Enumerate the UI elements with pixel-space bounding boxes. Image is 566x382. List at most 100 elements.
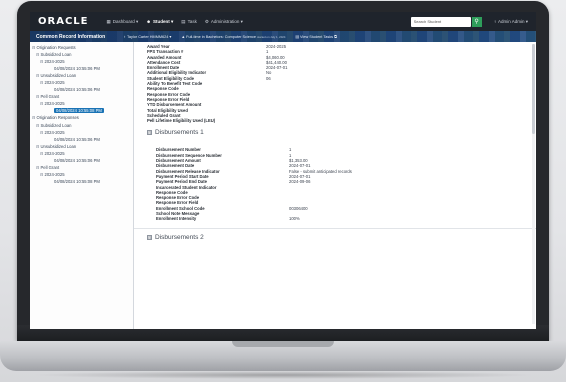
student-selector[interactable]: ♀ Taylor Carter HMMM624 ▾ [123, 34, 171, 39]
tree-item[interactable]: ⊟Pell Grant [32, 93, 133, 100]
tree-item-label: 04/08/2024 10:55:06 PM [54, 87, 100, 93]
tree-item[interactable]: 04/08/2024 10:55:08 PM [32, 107, 133, 114]
user-menu[interactable]: ♀ Admin Admin ▾ [494, 19, 528, 25]
field-value: 06 [266, 75, 271, 81]
tree-item[interactable]: 04/08/2024 10:55:06 PM [32, 65, 133, 72]
tree-item[interactable]: ⊟Unsubsidized Loan [32, 72, 133, 79]
tree-item[interactable]: ⊟Subsidized Loan [32, 51, 133, 58]
tree-item[interactable]: ⊟2024-2025 [32, 79, 133, 86]
top-navbar: ORACLE ▦ Dashboard ▾ ☻ Student ▾ ▤ Task … [30, 12, 536, 31]
tree-item[interactable]: ⊟2024-2025 [32, 100, 133, 107]
collapse-icon[interactable]: ⊟ [36, 165, 40, 170]
nav-administration[interactable]: ⚙ Administration ▾ [205, 19, 243, 25]
tree-item[interactable]: ⊟2024-2025 [32, 171, 133, 178]
scrollbar[interactable] [532, 44, 535, 324]
collapse-icon[interactable]: ⊟ [40, 151, 44, 156]
collapse-icon[interactable]: ⊟ [40, 130, 44, 135]
tree-item-label: 2024-2025 [44, 59, 65, 65]
disbursements-1-fields: Disbursement Number 1 Disbursement Sequenc… [147, 147, 536, 221]
search-icon: ⚲ [474, 19, 479, 25]
field-label: Pell Lifetime Eligibility Used (LEU) [147, 118, 216, 124]
collapse-icon[interactable]: ⊟ [40, 59, 44, 64]
tasks-icon: ▤ [295, 35, 299, 39]
tree-item[interactable]: ⊟Origination Requests [32, 44, 133, 51]
tree-item-label: 04/08/2024 10:55:06 PM [54, 157, 100, 163]
collapse-icon[interactable]: ⊟ [40, 172, 44, 177]
collapse-icon[interactable]: ⊟ [36, 144, 40, 149]
nav-student[interactable]: ☻ Student ▾ [146, 19, 173, 25]
tree-item[interactable]: ⊟Pell Grant [32, 164, 133, 171]
disbursements-1-header[interactable]: ⊟ Disbursements 1 [134, 126, 536, 138]
collapse-icon[interactable]: ⊟ [147, 129, 152, 135]
tree-item[interactable]: ⊟Origination Responses [32, 114, 133, 121]
field-row: Enrollment Intensity 100% [156, 216, 536, 221]
tree-item-label: Pell Grant [40, 94, 60, 100]
tree-item[interactable]: ⊟Subsidized Loan [32, 122, 133, 129]
tree-item-label: Origination Requests [36, 45, 76, 50]
view-student-tasks-link[interactable]: ▤ View Student Tasks ⧉ [295, 34, 336, 39]
view-tasks-label: View Student Tasks ⧉ [300, 35, 337, 39]
tree-item-label: 2024-2025 [44, 101, 65, 107]
tree-item[interactable]: ⊟2024-2025 [32, 58, 133, 65]
graduation-cap-icon: ▲ [181, 34, 186, 39]
collapse-icon[interactable]: ⊟ [36, 94, 40, 99]
tree-item[interactable]: 04/08/2024 10:55:06 PM [32, 136, 133, 143]
field-label: Enrollment Intensity [156, 216, 197, 222]
task-icon: ▤ [181, 18, 186, 24]
tree-item-label: Subsidized Loan [40, 122, 72, 128]
tree-item-label: Unsubsidized Loan [40, 73, 77, 79]
collapse-icon[interactable]: ⊟ [36, 123, 40, 128]
tree-item-label: 04/08/2024 10:55:08 PM [54, 108, 104, 114]
disbursements-1-title: Disbursements 1 [155, 128, 204, 136]
tree-item-label: 2024-2025 [44, 129, 65, 135]
tree-item-label: Pell Grant [40, 164, 60, 170]
laptop-shadow [30, 371, 536, 379]
collapse-icon[interactable]: ⊟ [36, 73, 40, 78]
disbursements-2-title: Disbursements 2 [155, 234, 204, 242]
nav-dashboard[interactable]: ▦ Dashboard ▾ [106, 19, 138, 25]
section-divider [134, 227, 536, 229]
banner-title: Common Record Information [36, 33, 106, 40]
nav-task-label: Task [187, 19, 197, 24]
collapse-icon[interactable]: ⊟ [40, 80, 44, 85]
collapse-icon[interactable]: ⊟ [147, 235, 152, 241]
field-value: 2024-2025 [266, 44, 287, 49]
tree-item[interactable]: 04/08/2024 10:55:06 PM [32, 86, 133, 93]
disbursements-2-header[interactable]: ⊟ Disbursements 2 [134, 232, 536, 244]
enrollment-text: Full-time in Bachelors: Computer Science [186, 34, 257, 39]
nav-administration-label: Administration ▾ [210, 18, 243, 24]
tree-item[interactable]: ⊟Unsubsidized Loan [32, 143, 133, 150]
tree-item[interactable]: 04/08/2024 10:55:08 PM [32, 178, 133, 185]
common-record-banner: Common Record Information ♀ Taylor Carte… [30, 31, 536, 42]
tree-item[interactable]: 04/08/2024 10:55:06 PM [32, 157, 133, 164]
app-screen: ORACLE ▦ Dashboard ▾ ☻ Student ▾ ▤ Task … [30, 12, 536, 329]
scrollbar-thumb[interactable] [532, 44, 535, 134]
collapse-icon[interactable]: ⊟ [36, 52, 40, 57]
tree-item[interactable]: ⊟2024-2025 [32, 129, 133, 136]
field-row: Pell Lifetime Eligibility Used (LEU) [147, 118, 536, 123]
tree-item-label: 04/08/2024 10:55:06 PM [54, 136, 100, 142]
search-student-input[interactable] [410, 16, 471, 27]
student-icon: ☻ [146, 19, 152, 24]
record-tree: ⊟Origination Requests ⊟Subsidized Loan ⊟20… [30, 42, 134, 329]
search-button[interactable]: ⚲ [471, 16, 482, 27]
award-fields: Award Year 2024-2025 FPS Transaction #1 Awa… [147, 44, 536, 123]
record-detail: Award Year 2024-2025 FPS Transaction #1 Awa… [134, 42, 536, 329]
dashboard-icon: ▦ [106, 18, 111, 24]
content-area: ⊟Origination Requests ⊟Subsidized Loan ⊟20… [30, 42, 536, 329]
collapse-icon[interactable]: ⊟ [32, 115, 36, 120]
tree-item[interactable]: ⊟2024-2025 [32, 150, 133, 157]
enrollment-status: ▲ Full-time in Bachelors: Computer Scien… [181, 35, 285, 39]
gear-icon: ⚙ [204, 18, 209, 24]
tree-item-label: 04/08/2024 10:55:06 PM [54, 66, 100, 72]
oracle-logo[interactable]: ORACLE [38, 16, 88, 27]
tree-item-label: Unsubsidized Loan [40, 143, 77, 149]
tree-item-label: 04/08/2024 10:55:08 PM [54, 178, 100, 184]
collapse-icon[interactable]: ⊟ [32, 45, 36, 50]
collapse-icon[interactable]: ⊟ [40, 101, 44, 106]
tree-item-label: 2024-2025 [44, 171, 65, 177]
enrollment-since: started on July 1, 2024 [257, 34, 286, 39]
field-value: 100% [289, 216, 300, 222]
nav-task[interactable]: ▤ Task [181, 19, 197, 25]
tree-item-label: Subsidized Loan [40, 52, 72, 58]
